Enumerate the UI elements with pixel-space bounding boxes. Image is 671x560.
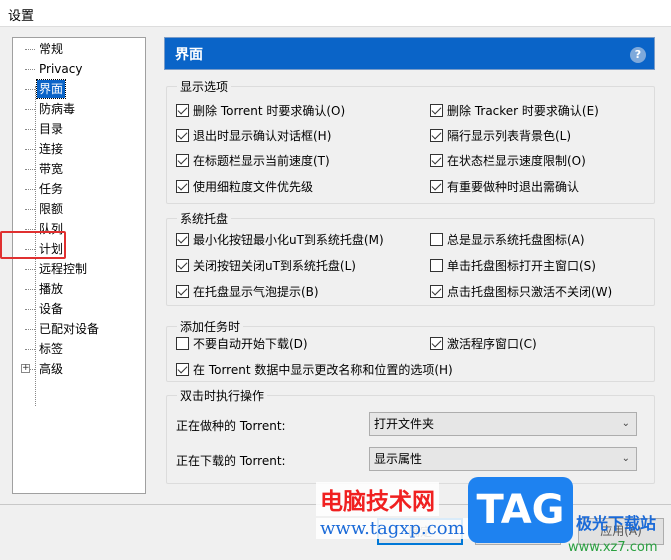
checkbox[interactable] bbox=[176, 129, 189, 142]
watermark-site-name: 电脑技术网 bbox=[316, 482, 439, 516]
checkbox-option[interactable]: 删除 Torrent 时要求确认(O) bbox=[176, 102, 345, 120]
watermark-brand-url: www.xz7.com bbox=[568, 540, 658, 555]
checkbox-label: 在 Torrent 数据中显示更改名称和位置的选项(H) bbox=[193, 363, 453, 377]
panel-title: 界面 bbox=[175, 47, 203, 63]
help-icon[interactable]: ? bbox=[630, 47, 646, 63]
highlight-box bbox=[0, 231, 66, 259]
tree-item[interactable]: Privacy bbox=[24, 60, 84, 78]
expand-icon[interactable]: + bbox=[21, 364, 30, 373]
checkbox-label: 激活程序窗口(C) bbox=[447, 337, 537, 351]
checkbox-option[interactable]: 在托盘显示气泡提示(B) bbox=[176, 283, 319, 301]
checkbox-label: 退出时显示确认对话框(H) bbox=[193, 129, 332, 143]
group-title: 系统托盘 bbox=[177, 210, 232, 227]
checkbox[interactable] bbox=[176, 154, 189, 167]
seeding-label: 正在做种的 Torrent: bbox=[176, 419, 286, 433]
checkbox[interactable] bbox=[176, 233, 189, 246]
group-title: 添加任务时 bbox=[177, 318, 244, 335]
checkbox-label: 点击托盘图标只激活不关闭(W) bbox=[447, 285, 613, 299]
downloading-label: 正在下载的 Torrent: bbox=[176, 454, 286, 468]
select-value: 显示属性 bbox=[374, 452, 423, 466]
tree-item[interactable]: 标签 bbox=[24, 340, 65, 358]
window-title: 设置 bbox=[8, 9, 35, 24]
checkbox-label: 有重要做种时退出需确认 bbox=[447, 180, 580, 194]
checkbox-option[interactable]: 不要自动开始下载(D) bbox=[176, 335, 308, 353]
checkbox-option[interactable]: 有重要做种时退出需确认 bbox=[430, 178, 579, 196]
checkbox[interactable] bbox=[176, 363, 189, 376]
checkbox-option[interactable]: 单击托盘图标打开主窗口(S) bbox=[430, 257, 596, 275]
tree-item[interactable]: 目录 bbox=[24, 120, 65, 138]
checkbox[interactable] bbox=[430, 154, 443, 167]
group-title: 显示选项 bbox=[177, 78, 232, 95]
tree-item[interactable]: 远程控制 bbox=[24, 260, 89, 278]
downloading-action-select[interactable]: 显示属性 ⌄ bbox=[369, 447, 637, 471]
checkbox-label: 在状态栏显示速度限制(O) bbox=[447, 154, 586, 168]
group-title: 双击时执行操作 bbox=[177, 387, 268, 404]
checkbox[interactable] bbox=[176, 180, 189, 193]
tree-item[interactable]: 常规 bbox=[24, 40, 65, 58]
checkbox-option[interactable]: 退出时显示确认对话框(H) bbox=[176, 127, 331, 145]
checkbox-label: 在标题栏显示当前速度(T) bbox=[193, 154, 330, 168]
tree-item[interactable]: 设备 bbox=[24, 300, 65, 318]
checkbox[interactable] bbox=[430, 129, 443, 142]
checkbox[interactable] bbox=[430, 104, 443, 117]
tree-item[interactable]: 防病毒 bbox=[24, 100, 77, 118]
checkbox-option[interactable]: 在状态栏显示速度限制(O) bbox=[430, 152, 586, 170]
checkbox[interactable] bbox=[430, 337, 443, 350]
checkbox-label: 单击托盘图标打开主窗口(S) bbox=[447, 259, 596, 273]
checkbox-option[interactable]: 关闭按钮关闭uT到系统托盘(L) bbox=[176, 257, 356, 275]
tree-item[interactable]: 连接 bbox=[24, 140, 65, 158]
tree-item[interactable]: 界面 bbox=[24, 79, 67, 99]
watermark-logo: TAG bbox=[468, 477, 573, 543]
checkbox-label: 最小化按钮最小化uT到系统托盘(M) bbox=[193, 233, 384, 247]
panel-header: 界面 ? bbox=[164, 37, 655, 70]
title-bar: 设置 bbox=[0, 0, 671, 27]
settings-tree[interactable]: 常规 Privacy 界面 防病毒 目录 连接 带宽 任务 限额 队列 计划 远程控制 播放 设备 已配对设… bbox=[12, 37, 146, 494]
tree-item[interactable]: 限额 bbox=[24, 200, 65, 218]
checkbox-label: 关闭按钮关闭uT到系统托盘(L) bbox=[193, 259, 356, 273]
checkbox[interactable] bbox=[430, 259, 443, 272]
tree-item[interactable]: 已配对设备 bbox=[24, 320, 101, 338]
checkbox-label: 在托盘显示气泡提示(B) bbox=[193, 285, 319, 299]
checkbox[interactable] bbox=[430, 180, 443, 193]
watermark-site-url: www.tagxp.com bbox=[316, 518, 469, 539]
tree-item[interactable]: 高级 bbox=[24, 360, 65, 378]
checkbox-option[interactable]: 使用细粒度文件优先级 bbox=[176, 178, 313, 196]
watermark-brand: 极光下载站 bbox=[576, 514, 657, 533]
checkbox-option[interactable]: 在 Torrent 数据中显示更改名称和位置的选项(H) bbox=[176, 361, 453, 379]
checkbox[interactable] bbox=[176, 104, 189, 117]
checkbox-label: 使用细粒度文件优先级 bbox=[193, 180, 314, 194]
checkbox-option[interactable]: 在标题栏显示当前速度(T) bbox=[176, 152, 330, 170]
checkbox[interactable] bbox=[176, 285, 189, 298]
checkbox-label: 不要自动开始下载(D) bbox=[193, 337, 308, 351]
checkbox[interactable] bbox=[176, 259, 189, 272]
chevron-down-icon: ⌄ bbox=[621, 418, 630, 429]
checkbox-option[interactable]: 删除 Tracker 时要求确认(E) bbox=[430, 102, 599, 120]
checkbox-label: 总是显示系统托盘图标(A) bbox=[447, 233, 585, 247]
checkbox-option[interactable]: 总是显示系统托盘图标(A) bbox=[430, 231, 585, 249]
checkbox[interactable] bbox=[176, 337, 189, 350]
tree-item[interactable]: 带宽 bbox=[24, 160, 65, 178]
tree-item[interactable]: 任务 bbox=[24, 180, 65, 198]
seeding-action-select[interactable]: 打开文件夹 ⌄ bbox=[369, 412, 637, 436]
tree-item[interactable]: 播放 bbox=[24, 280, 65, 298]
chevron-down-icon: ⌄ bbox=[621, 453, 630, 464]
checkbox-option[interactable]: 激活程序窗口(C) bbox=[430, 335, 537, 353]
checkbox-label: 删除 Tracker 时要求确认(E) bbox=[447, 104, 599, 118]
checkbox-option[interactable]: 最小化按钮最小化uT到系统托盘(M) bbox=[176, 231, 384, 249]
select-value: 打开文件夹 bbox=[374, 417, 435, 431]
checkbox-label: 隔行显示列表背景色(L) bbox=[447, 129, 572, 143]
checkbox[interactable] bbox=[430, 233, 443, 246]
checkbox-label: 删除 Torrent 时要求确认(O) bbox=[193, 104, 346, 118]
checkbox[interactable] bbox=[430, 285, 443, 298]
checkbox-option[interactable]: 点击托盘图标只激活不关闭(W) bbox=[430, 283, 612, 301]
checkbox-option[interactable]: 隔行显示列表背景色(L) bbox=[430, 127, 571, 145]
